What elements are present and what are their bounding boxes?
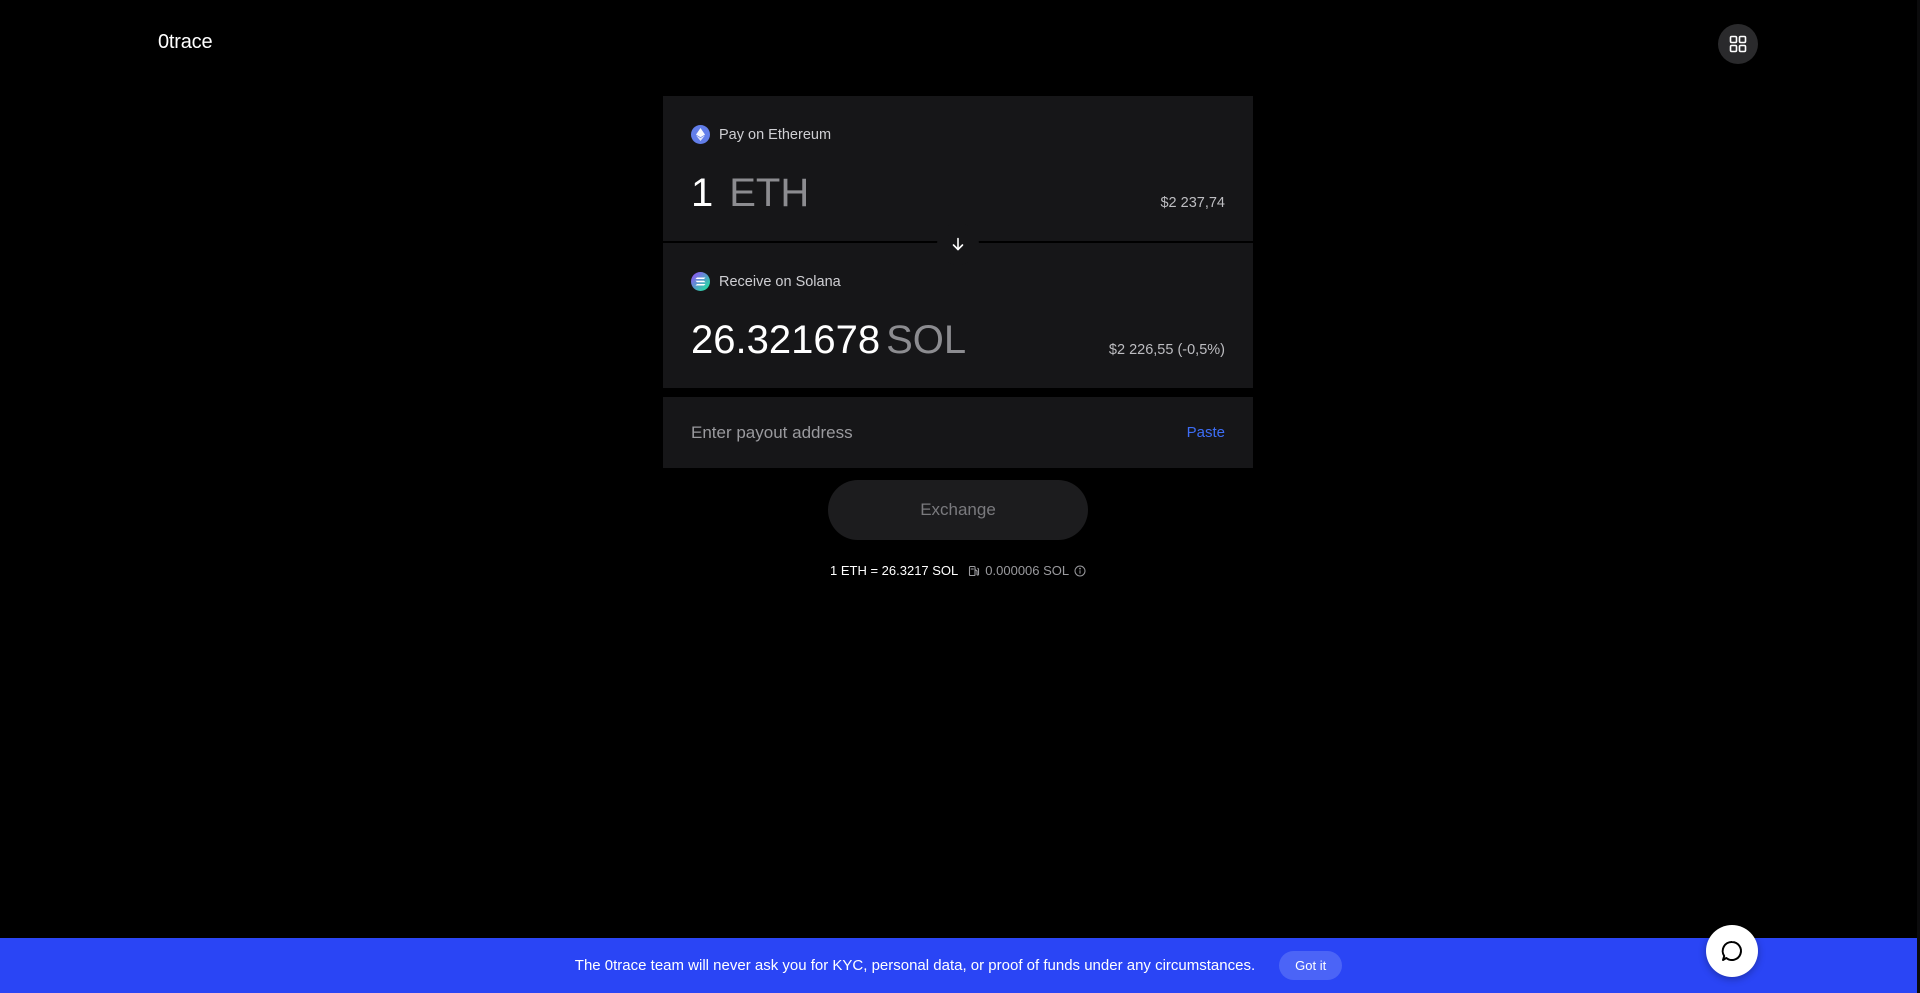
receive-ticker[interactable]: SOL <box>886 318 966 362</box>
pay-ticker[interactable]: ETH <box>729 171 809 215</box>
payout-address-field[interactable]: Paste <box>663 397 1253 468</box>
kyc-notice-banner: The 0trace team will never ask you for K… <box>0 938 1917 993</box>
chat-bubble-icon <box>1721 940 1742 961</box>
swap-direction-button[interactable] <box>937 223 979 265</box>
pay-amount-value[interactable]: 1 <box>691 171 713 215</box>
page: 0trace Pay on Ethereum 1 ETH $2 237,74 R… <box>0 0 1920 993</box>
pay-panel[interactable]: Pay on Ethereum 1 ETH $2 237,74 <box>663 96 1253 241</box>
logo[interactable]: 0trace <box>158 31 213 54</box>
payout-address-input[interactable] <box>691 422 1111 443</box>
banner-text: The 0trace team will never ask you for K… <box>574 957 1256 974</box>
solana-icon <box>691 272 710 291</box>
pay-usd-value: $2 237,74 <box>1160 195 1225 211</box>
exchange-rate: 1 ETH = 26.3217 SOL <box>830 563 959 578</box>
swap-card: Pay on Ethereum 1 ETH $2 237,74 Receive o… <box>663 96 1253 388</box>
ethereum-icon <box>691 125 710 144</box>
info-icon[interactable] <box>1074 565 1086 577</box>
rate-info: 1 ETH = 26.3217 SOL 0.000006 SOL <box>830 563 1086 578</box>
apps-menu-button[interactable] <box>1718 24 1758 64</box>
pay-amount[interactable]: 1 ETH <box>691 170 809 216</box>
network-fee-value: 0.000006 SOL <box>985 563 1070 578</box>
receive-label-text: Receive on Solana <box>719 273 841 290</box>
exchange-button[interactable]: Exchange <box>828 480 1088 540</box>
pay-network-label[interactable]: Pay on Ethereum <box>691 125 831 144</box>
arrow-down-icon <box>952 237 964 251</box>
receive-amount-value: 26.321678 <box>691 318 881 362</box>
gas-pump-icon <box>969 565 980 576</box>
grid-icon <box>1729 35 1747 53</box>
network-fee: 0.000006 SOL <box>968 563 1086 578</box>
receive-network-label[interactable]: Receive on Solana <box>691 272 841 291</box>
paste-button[interactable]: Paste <box>1187 424 1225 441</box>
got-it-button[interactable]: Got it <box>1279 951 1343 980</box>
receive-usd-value: $2 226,55 (-0,5%) <box>1108 342 1225 358</box>
receive-amount: 26.321678 SOL <box>691 317 966 363</box>
support-chat-button[interactable] <box>1706 925 1758 977</box>
pay-label-text: Pay on Ethereum <box>719 126 832 143</box>
